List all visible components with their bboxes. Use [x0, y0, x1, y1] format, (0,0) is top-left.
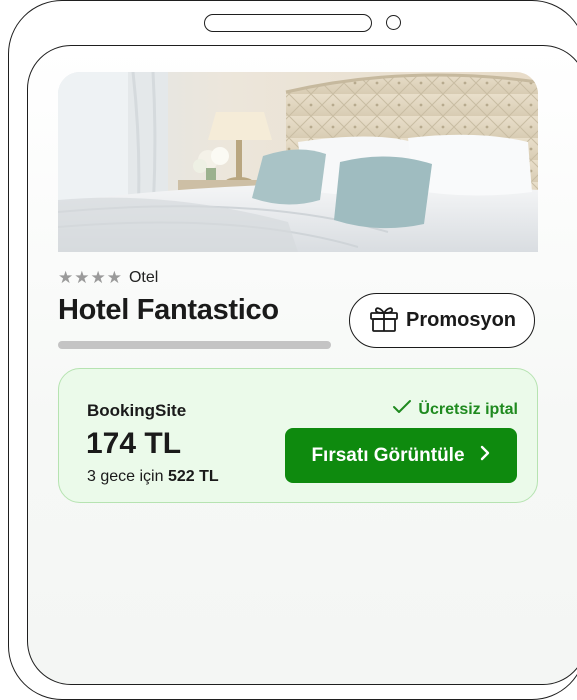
deal-card: BookingSite 174 TL 3 gece için 522 TL Üc… — [58, 368, 538, 503]
star-rating: ★★★★ — [58, 268, 123, 287]
chevron-right-icon — [479, 444, 491, 467]
hotel-photo — [58, 72, 538, 252]
hotel-rating-row: ★★★★ Otel — [58, 268, 158, 288]
total-price-line: 3 gece için 522 TL — [87, 468, 219, 486]
hotel-name: Hotel Fantastico — [58, 294, 279, 326]
booking-site-name: BookingSite — [87, 401, 187, 420]
nightly-price: 174 TL — [86, 427, 182, 460]
gift-icon — [368, 303, 400, 338]
phone-speaker — [204, 14, 372, 32]
total-prefix: 3 gece için — [87, 468, 164, 485]
hotel-type: Otel — [128, 269, 159, 286]
free-cancellation-label: Ücretsiz iptal — [418, 400, 518, 418]
check-icon — [392, 399, 412, 420]
promo-button[interactable]: Promosyon — [349, 293, 535, 348]
name-underline — [58, 341, 331, 349]
promo-label: Promosyon — [405, 309, 517, 331]
view-deal-label: Fırsatı Görüntüle — [311, 444, 465, 466]
total-amount: 522 TL — [167, 468, 219, 485]
view-deal-button[interactable]: Fırsatı Görüntüle — [285, 428, 517, 483]
free-cancellation: Ücretsiz iptal — [392, 399, 518, 420]
phone-camera — [386, 15, 401, 30]
